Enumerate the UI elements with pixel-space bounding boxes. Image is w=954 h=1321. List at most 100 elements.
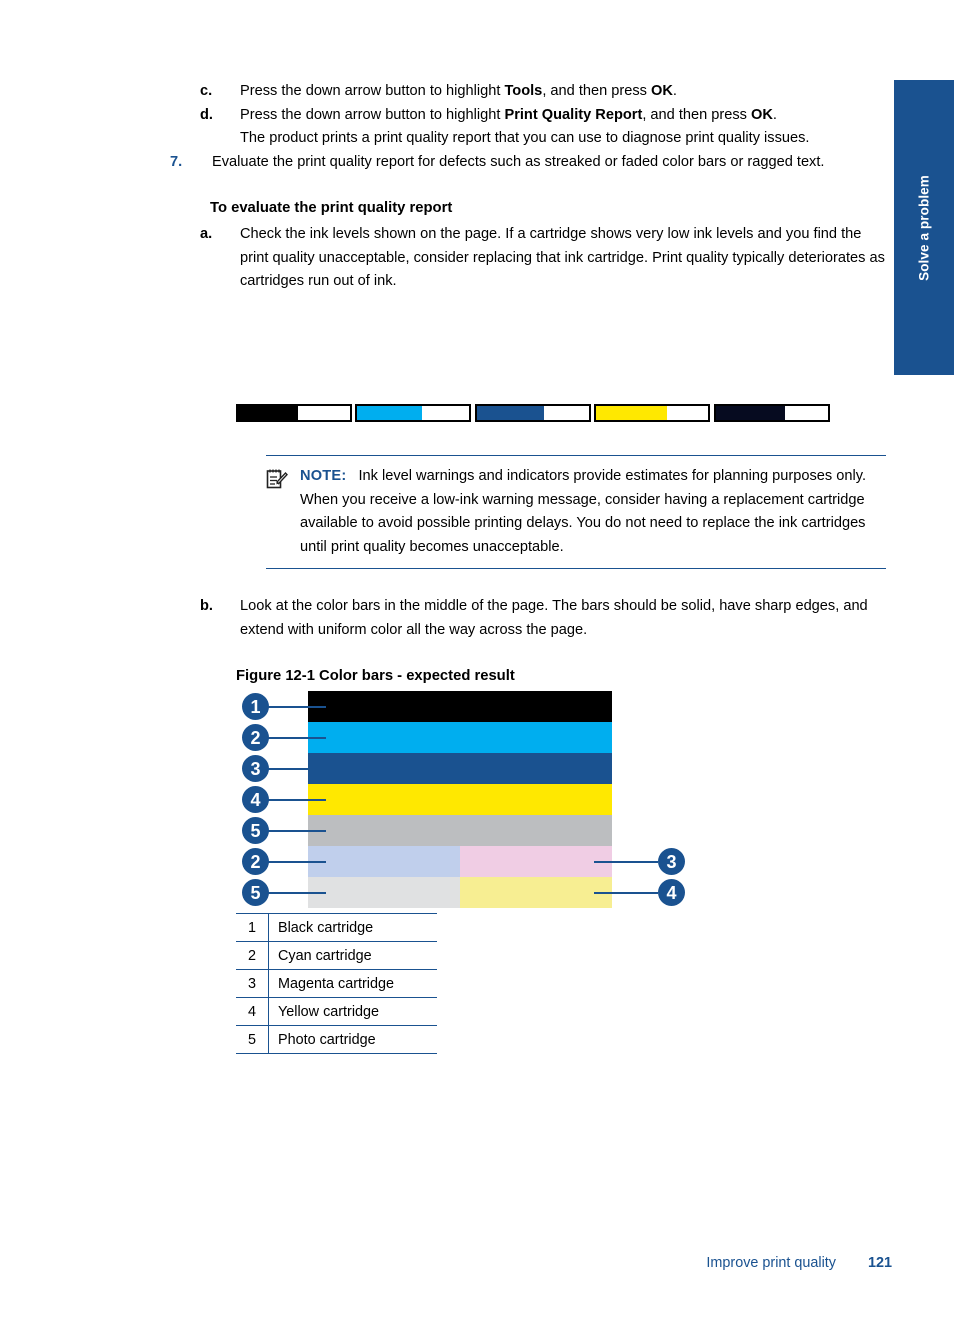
callout-badge-3-cyan-magenta-band-right: 3 [658, 848, 685, 875]
figure-legend-table: 1 Black cartridge 2 Cyan cartridge 3 Magenta … [236, 913, 437, 1054]
step-text-d: Press the down arrow button to highlight… [240, 107, 777, 123]
body-text: Press the down arrow button to highlight [240, 83, 505, 99]
legend-row: 2 Cyan cartridge [236, 941, 437, 970]
photo-band [308, 815, 612, 846]
color-bars-figure: 1 2 3 4 5 2 3 5 4 [236, 691, 686, 908]
legend-row: 3 Magenta cartridge [236, 969, 437, 998]
step-text-7: Evaluate the print quality report for de… [212, 154, 824, 170]
color-bars-stack [308, 691, 612, 908]
cyan-ink-gauge-fill [357, 406, 422, 420]
step-item-d: d. Press the down arrow button to highli… [170, 104, 885, 151]
legend-label: Cyan cartridge [268, 941, 437, 970]
legend-number: 5 [236, 1025, 269, 1054]
legend-number: 3 [236, 969, 269, 998]
cyan-magenta-band-left-half [308, 846, 460, 877]
body-text: . [672, 83, 677, 99]
step-text-c: Press the down arrow button to highlight… [240, 83, 677, 99]
page-content: c. Press the down arrow button to highli… [170, 80, 885, 294]
section-marker-b: b. [200, 598, 213, 614]
legend-table-body: 1 Black cartridge 2 Cyan cartridge 3 Magenta … [236, 913, 437, 1054]
magenta-ink-gauge [475, 404, 591, 422]
yellow-ink-gauge-fill [596, 406, 667, 420]
legend-label: Yellow cartridge [268, 997, 437, 1026]
legend-row: 1 Black cartridge [236, 913, 437, 942]
black-ink-gauge-fill [238, 406, 299, 420]
legend-label: Photo cartridge [268, 1025, 437, 1054]
photo-yellow-band-right-half [460, 877, 612, 908]
photo-yellow-band-left-half [308, 877, 460, 908]
legend-number: 4 [236, 997, 269, 1026]
callout-badge-1-black-band: 1 [242, 693, 269, 720]
callout-badge-4-photo-yellow-band-right: 4 [658, 879, 685, 906]
note-pencil-icon [266, 468, 288, 490]
emphasis-text: Print Quality Report [504, 106, 643, 123]
chapter-tab: Solve a problem [894, 80, 954, 375]
cyan-magenta-band-right-half [460, 846, 612, 877]
cyan-band-fill [308, 722, 612, 753]
legend-number: 2 [236, 941, 269, 970]
photo-yellow-band-leader-right [594, 891, 658, 894]
note-bottom-rule [266, 568, 886, 569]
section-item-b-wrap: b. Look at the color bars in the middle … [170, 595, 885, 642]
emphasis-text: Tools [504, 83, 543, 99]
black-band-fill [308, 691, 612, 722]
cyan-magenta-band-leader-right [594, 860, 658, 863]
callout-badge-3-magenta-band: 3 [242, 755, 269, 782]
black-band-leader-left [268, 705, 326, 708]
yellow-band-fill [308, 784, 612, 815]
yellow-band-leader-left [268, 798, 326, 801]
section-heading: To evaluate the print quality report [210, 200, 453, 216]
callout-badge-2-cyan-band: 2 [242, 724, 269, 751]
photo-yellow-band-leader-left [268, 891, 326, 894]
note-label: NOTE: [300, 468, 347, 484]
photo-band-leader-left [268, 829, 326, 832]
legend-label: Magenta cartridge [268, 969, 437, 998]
footer-page-number: 121 [867, 1255, 892, 1271]
legend-row: 4 Yellow cartridge [236, 997, 437, 1026]
callout-badge-4-yellow-band: 4 [242, 786, 269, 813]
cyan-ink-gauge [355, 404, 471, 422]
callout-badge-5-photo-band: 5 [242, 817, 269, 844]
section-item-a: a. Check the ink levels shown on the pag… [170, 223, 885, 294]
photo-band-fill [308, 815, 612, 846]
callout-badge-2-cyan-magenta-band: 2 [242, 848, 269, 875]
black-ink-gauge [236, 404, 352, 422]
footer-section-title: Improve print quality [706, 1255, 836, 1271]
legend-label: Black cartridge [268, 913, 437, 942]
emphasis-text: OK [751, 106, 773, 123]
note-admonition: NOTE: Ink level warnings and indicators … [266, 455, 886, 569]
figure-title: Figure 12-1 Color bars - expected result [236, 668, 515, 684]
step-marker-c: c. [200, 83, 213, 99]
magenta-band-fill [308, 753, 612, 784]
section-marker-a: a. [200, 226, 213, 242]
step-item-7: 7. Evaluate the print quality report for… [170, 151, 885, 175]
section-text-a: Check the ink levels shown on the page. … [240, 226, 885, 289]
chapter-tab-label: Solve a problem [916, 174, 932, 281]
note-body: NOTE: Ink level warnings and indicators … [266, 456, 886, 568]
note-text: Ink level warnings and indicators provid… [300, 468, 867, 555]
callout-badge-5-photo-yellow-band: 5 [242, 879, 269, 906]
step-marker-7: 7. [170, 153, 183, 170]
cyan-band-leader-left [268, 736, 326, 739]
magenta-ink-gauge-fill [477, 406, 545, 420]
cyan-magenta-band-leader-left [268, 860, 326, 863]
step-d-subparagraph: The product prints a print quality repor… [240, 130, 810, 146]
emphasis-text: OK [651, 83, 673, 99]
yellow-band [308, 784, 612, 815]
section-text-b: Look at the color bars in the middle of … [240, 598, 868, 638]
photo-ink-gauge [714, 404, 830, 422]
photo-yellow-band [308, 877, 612, 908]
cyan-magenta-band [308, 846, 612, 877]
yellow-ink-gauge [594, 404, 710, 422]
page-footer: Improve print quality 121 [0, 1255, 954, 1277]
magenta-band [308, 753, 612, 784]
document-page: Solve a problem c. Press the down arrow … [0, 0, 954, 1321]
body-text: Evaluate the print quality report for de… [212, 153, 825, 170]
cyan-band [308, 722, 612, 753]
section-item-b: b. Look at the color bars in the middle … [170, 595, 885, 642]
step-item-c: c. Press the down arrow button to highli… [170, 80, 885, 104]
step-marker-d: d. [200, 106, 213, 123]
legend-row: 5 Photo cartridge [236, 1025, 437, 1054]
body-text: Press the down arrow button to highlight [240, 106, 505, 123]
photo-ink-gauge-fill [716, 406, 786, 420]
